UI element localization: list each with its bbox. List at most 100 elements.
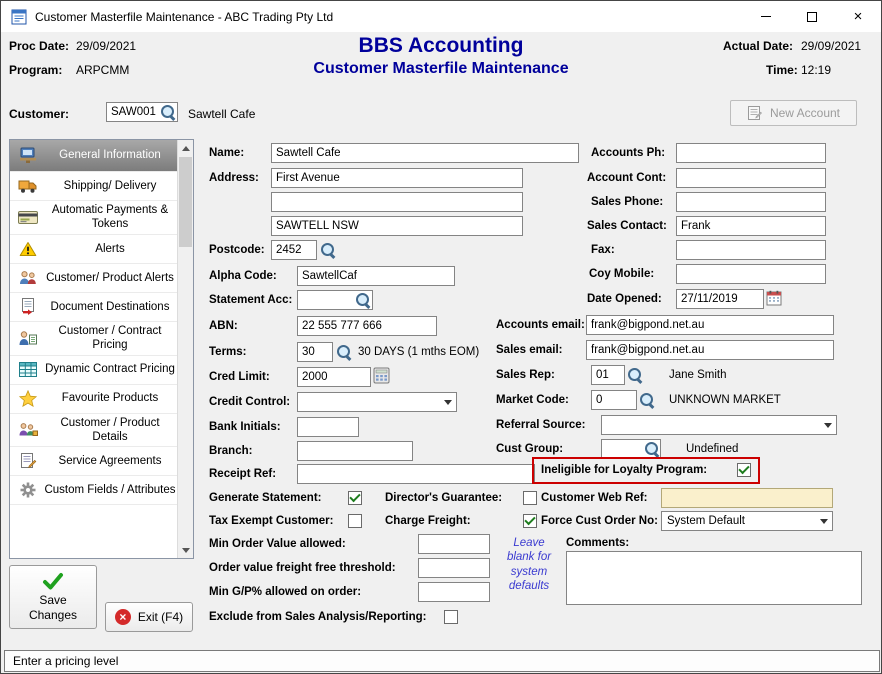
statement-acc-lookup-icon[interactable]: [355, 292, 371, 308]
min-order-label: Min Order Value allowed:: [209, 538, 346, 550]
actual-date-label: Actual Date:: [723, 39, 793, 53]
sidebar-item-custom-fields[interactable]: Custom Fields / Attributes: [10, 476, 178, 505]
account-cont-input[interactable]: [676, 168, 826, 188]
accounts-email-input[interactable]: [586, 315, 834, 335]
bank-initials-input[interactable]: [297, 417, 359, 437]
sidebar-item-customer-product-alerts[interactable]: Customer/ Product Alerts: [10, 264, 178, 293]
alpha-code-input[interactable]: [297, 266, 455, 286]
charge-freight-checkbox[interactable]: [523, 514, 537, 528]
tax-exempt-checkbox[interactable]: [348, 514, 362, 528]
sidebar-item-label: General Information: [44, 148, 176, 162]
min-order-input[interactable]: [418, 534, 490, 554]
close-button[interactable]: ×: [835, 1, 881, 32]
receipt-ref-label: Receipt Ref:: [209, 468, 276, 480]
scroll-up-button[interactable]: [178, 140, 193, 156]
terms-lookup-icon[interactable]: [336, 344, 352, 360]
address-line1-input[interactable]: [271, 168, 523, 188]
sales-contact-input[interactable]: [676, 216, 826, 236]
new-account-icon: [747, 105, 763, 121]
terms-label: Terms:: [209, 346, 247, 358]
address-line2-input[interactable]: [271, 192, 523, 212]
market-code-input[interactable]: [591, 390, 637, 410]
maximize-button[interactable]: [789, 1, 835, 32]
minimize-button[interactable]: [743, 1, 789, 32]
credit-control-select[interactable]: [297, 392, 457, 412]
save-changes-button[interactable]: Save Changes: [9, 565, 97, 629]
fax-input[interactable]: [676, 240, 826, 260]
scroll-thumb[interactable]: [179, 157, 192, 247]
cust-group-lookup-icon[interactable]: [644, 441, 660, 457]
scroll-down-icon: [182, 548, 190, 553]
comments-label: Comments:: [566, 537, 629, 549]
person-contract-icon: [12, 330, 44, 347]
cust-group-name: Undefined: [686, 443, 738, 455]
sales-rep-input[interactable]: [591, 365, 625, 385]
customer-web-ref-input[interactable]: [661, 488, 833, 508]
branch-input[interactable]: [297, 441, 413, 461]
new-account-button[interactable]: New Account: [730, 100, 857, 126]
freight-free-input[interactable]: [418, 558, 490, 578]
sidebar-item-customer-contract-pricing[interactable]: Customer / Contract Pricing: [10, 322, 178, 356]
referral-source-label: Referral Source:: [496, 419, 585, 431]
customer-lookup-icon[interactable]: [160, 104, 176, 120]
exit-button[interactable]: × Exit (F4): [105, 602, 193, 632]
sidebar-item-document-destinations[interactable]: Document Destinations: [10, 293, 178, 322]
directors-guarantee-checkbox[interactable]: [523, 491, 537, 505]
loyalty-label: Ineligible for Loyalty Program:: [541, 464, 707, 476]
scroll-down-button[interactable]: [178, 542, 193, 558]
sidebar-item-alerts[interactable]: Alerts: [10, 235, 178, 264]
sales-phone-input[interactable]: [676, 192, 826, 212]
force-cust-order-value: System Default: [667, 515, 820, 527]
market-code-lookup-icon[interactable]: [639, 392, 655, 408]
sales-email-input[interactable]: [586, 340, 834, 360]
address-line3-input[interactable]: [271, 216, 523, 236]
sidebar-item-service-agreements[interactable]: Service Agreements: [10, 447, 178, 476]
sidebar-item-shipping-delivery[interactable]: Shipping/ Delivery: [10, 172, 178, 201]
sidebar-scrollbar[interactable]: [177, 140, 193, 558]
sidebar-item-dynamic-contract-pricing[interactable]: Dynamic Contract Pricing: [10, 356, 178, 385]
sidebar-item-favourite-products[interactable]: Favourite Products: [10, 385, 178, 414]
date-opened-input[interactable]: [676, 289, 764, 309]
postcode-lookup-icon[interactable]: [320, 242, 336, 258]
accounts-email-label: Accounts email:: [496, 319, 585, 331]
time-label: Time:: [766, 63, 798, 77]
check-icon: [42, 572, 64, 590]
cust-group-label: Cust Group:: [496, 443, 563, 455]
abn-input[interactable]: [297, 316, 437, 336]
branch-label: Branch:: [209, 445, 252, 457]
sidebar-item-label: Dynamic Contract Pricing: [44, 362, 176, 376]
terms-input[interactable]: [297, 342, 333, 362]
account-cont-label: Account Cont:: [587, 172, 666, 184]
sales-rep-name: Jane Smith: [669, 369, 727, 381]
name-input[interactable]: [271, 143, 579, 163]
abn-label: ABN:: [209, 320, 238, 332]
receipt-ref-input[interactable]: [297, 464, 535, 484]
sidebar-item-general-information[interactable]: General Information: [10, 140, 178, 172]
title-bar[interactable]: Customer Masterfile Maintenance - ABC Tr…: [1, 1, 881, 32]
exit-label: Exit (F4): [138, 610, 183, 624]
coy-mobile-input[interactable]: [676, 264, 826, 284]
loyalty-checkbox[interactable]: [737, 463, 751, 477]
charge-freight-label: Charge Freight:: [385, 515, 471, 527]
cred-limit-input[interactable]: [297, 367, 371, 387]
calendar-icon[interactable]: [766, 290, 782, 306]
generate-statement-checkbox[interactable]: [348, 491, 362, 505]
force-cust-order-select[interactable]: System Default: [661, 511, 833, 531]
exclude-checkbox[interactable]: [444, 610, 458, 624]
sidebar-item-customer-product-details[interactable]: Customer / Product Details: [10, 414, 178, 448]
referral-source-select[interactable]: [601, 415, 837, 435]
sidebar-item-automatic-payments[interactable]: Automatic Payments & Tokens: [10, 201, 178, 235]
sales-email-label: Sales email:: [496, 344, 562, 356]
sales-rep-lookup-icon[interactable]: [627, 367, 643, 383]
min-gp-input[interactable]: [418, 582, 490, 602]
minimize-icon: [761, 16, 771, 17]
status-bar: Enter a pricing level: [4, 650, 880, 672]
sales-phone-label: Sales Phone:: [591, 196, 663, 208]
postcode-input[interactable]: [271, 240, 317, 260]
comments-textarea[interactable]: [566, 551, 862, 605]
credit-control-label: Credit Control:: [209, 396, 290, 408]
truck-icon: [12, 178, 44, 194]
accounts-ph-input[interactable]: [676, 143, 826, 163]
actual-date-value: 29/09/2021: [801, 39, 861, 53]
calculator-icon[interactable]: [373, 367, 390, 384]
